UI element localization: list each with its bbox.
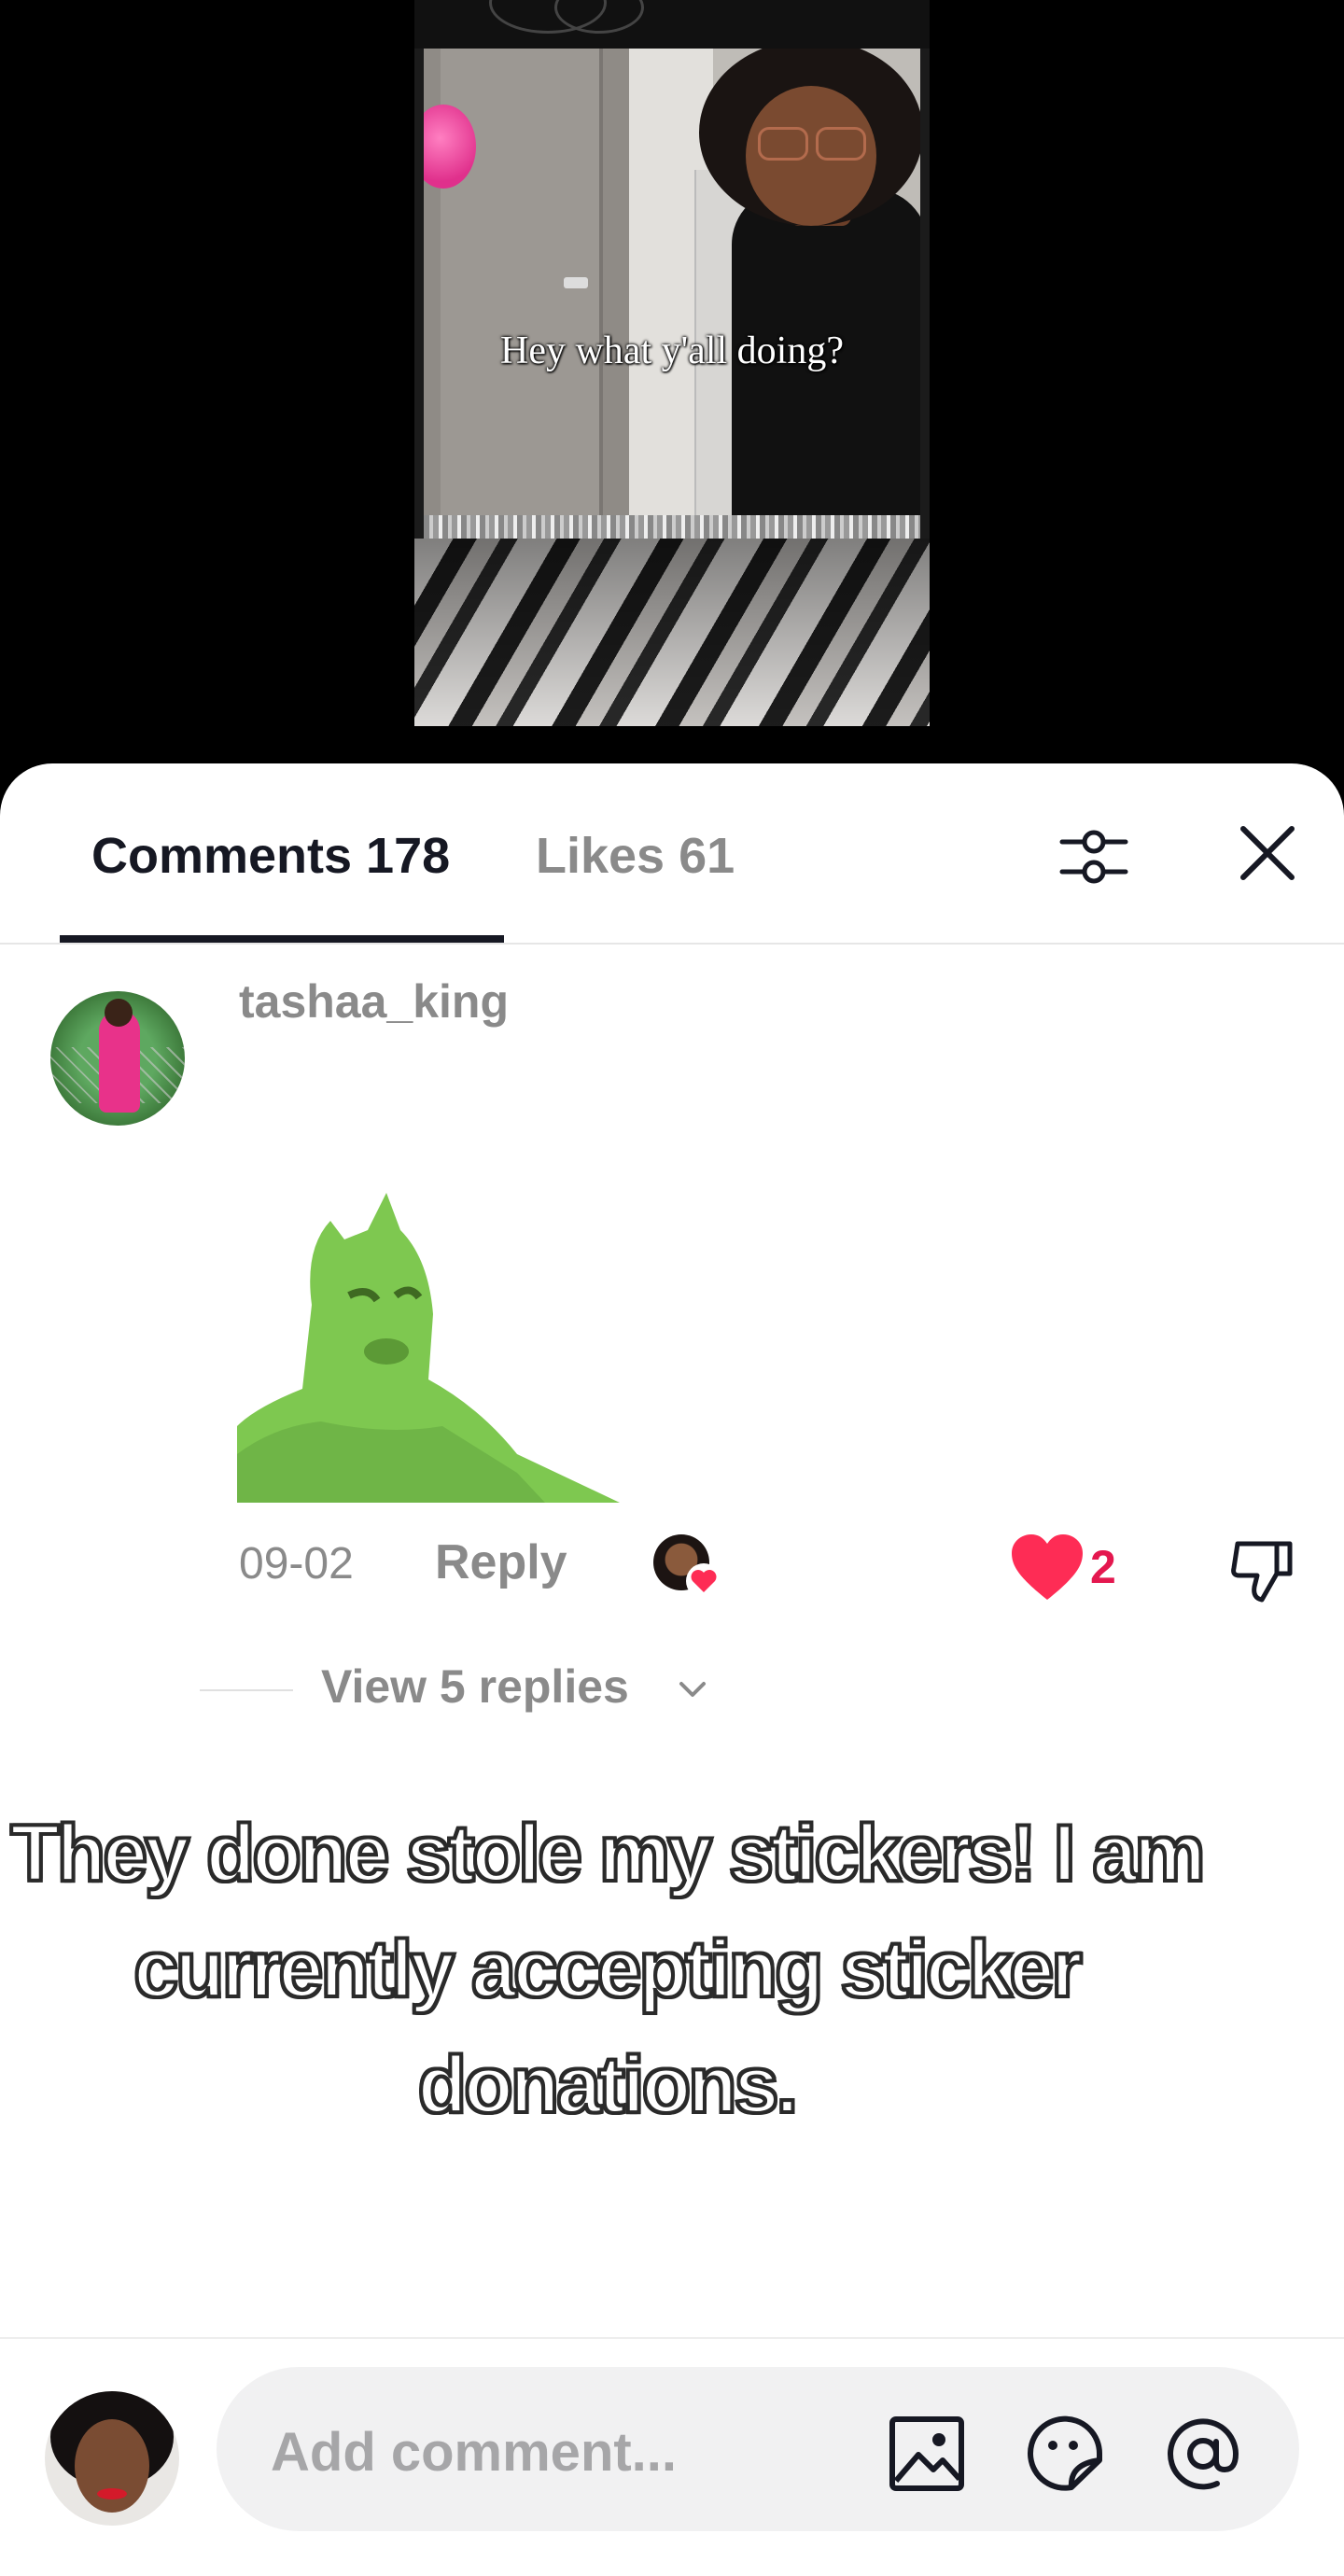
like-button[interactable]	[1010, 1534, 1085, 1602]
sticker-icon	[1028, 2415, 1103, 2491]
mention-button[interactable]	[1163, 2414, 1243, 2494]
view-replies-button[interactable]: View 5 replies	[321, 1659, 629, 1714]
comment-composer: Add comment...	[0, 2337, 1344, 2576]
tab-comments[interactable]: Comments 178	[91, 827, 450, 885]
comment-input[interactable]: Add comment...	[217, 2367, 1299, 2531]
replies-divider	[200, 1689, 293, 1691]
sliders-icon	[1059, 830, 1128, 884]
sticker-image	[237, 1193, 620, 1503]
close-icon	[1240, 826, 1295, 880]
sticker-button[interactable]	[1025, 2414, 1105, 2494]
video-frame: Hey what y'all doing?	[414, 0, 930, 726]
comment-date: 09-02	[239, 1539, 354, 1589]
comment-input-placeholder: Add comment...	[271, 2422, 678, 2483]
active-tab-indicator	[60, 935, 504, 943]
image-button[interactable]	[887, 2414, 967, 2494]
like-count: 2	[1090, 1541, 1116, 1593]
tab-likes[interactable]: Likes 61	[536, 827, 735, 885]
video-caption: Hey what y'all doing?	[500, 329, 844, 372]
close-button[interactable]	[1230, 816, 1305, 890]
image-icon	[889, 2416, 964, 2491]
overlay-caption: They done stole my stickers! I am curren…	[8, 1807, 1208, 2132]
user-avatar[interactable]	[45, 2391, 179, 2526]
video-top-strip	[414, 0, 930, 49]
reply-button[interactable]: Reply	[435, 1534, 567, 1590]
dislike-button[interactable]	[1225, 1531, 1299, 1605]
blanket-background	[414, 539, 930, 726]
filter-button[interactable]	[1057, 819, 1131, 894]
chevron-down-icon[interactable]	[674, 1671, 711, 1708]
comments-sheet: Comments 178 Likes 61 tashaa_king 09-02 …	[0, 763, 1344, 2576]
video-player[interactable]: Hey what y'all doing?	[0, 0, 1344, 765]
comment-username[interactable]: tashaa_king	[239, 974, 509, 1029]
creator-liked-badge	[653, 1534, 728, 1600]
commenter-avatar[interactable]	[50, 991, 185, 1126]
tab-bar: Comments 178 Likes 61	[0, 763, 1344, 945]
heart-icon	[1012, 1534, 1083, 1600]
thumbs-down-icon	[1231, 1541, 1293, 1603]
at-icon	[1168, 2418, 1239, 2490]
small-heart-icon	[686, 1563, 721, 1599]
inner-video-clip: Hey what y'all doing?	[424, 49, 920, 539]
